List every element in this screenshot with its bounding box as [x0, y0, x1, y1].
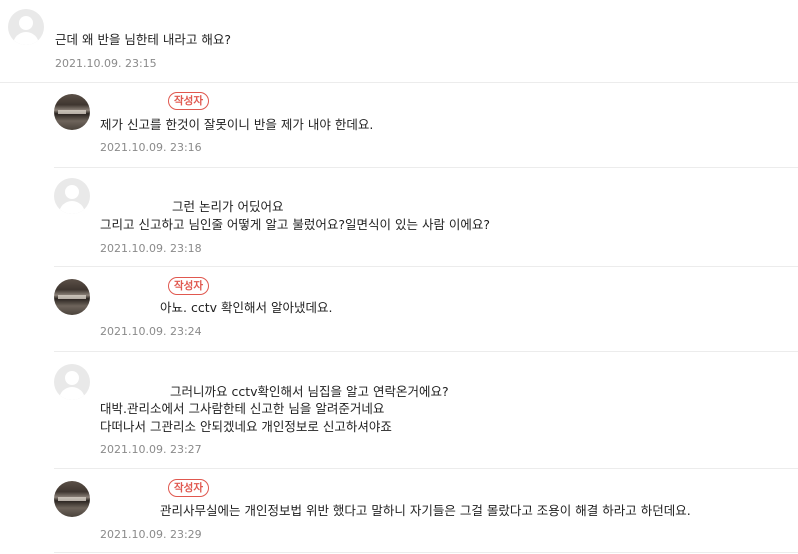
- divider: [54, 266, 798, 267]
- comment-text: 관리사무실에는 개인정보법 위반 했다고 말하니 자기들은 그걸 몰랐다고 조용…: [160, 503, 691, 518]
- photo-avatar[interactable]: [54, 481, 90, 517]
- comment-text: 그런 논리가 어딨어요: [172, 199, 284, 214]
- comment-text: 제가 신고를 한것이 잘못이니 반을 제가 내야 한데요.: [100, 117, 374, 132]
- photo-avatar[interactable]: [54, 279, 90, 315]
- author-badge: 작성자: [168, 479, 209, 497]
- comment-date: 2021.10.09. 23:15: [55, 57, 157, 70]
- author-badge: 작성자: [168, 92, 209, 110]
- default-avatar-icon[interactable]: [54, 364, 90, 400]
- divider: [0, 82, 798, 83]
- comment-date: 2021.10.09. 23:24: [100, 325, 202, 338]
- default-avatar-icon[interactable]: [8, 9, 44, 45]
- comment-text: 근데 왜 반을 님한테 내라고 해요?: [55, 32, 232, 47]
- divider: [54, 351, 798, 352]
- comment-text: 다떠나서 그관리소 안되겠네요 개인정보로 신고하셔야죠: [100, 419, 392, 434]
- divider: [54, 552, 798, 553]
- comment-text: 아뇨. cctv 확인해서 알아냈데요.: [160, 300, 333, 315]
- author-badge: 작성자: [168, 277, 209, 295]
- divider: [54, 167, 798, 168]
- comment-text: 그리고 신고하고 님인줄 어떻게 알고 불렀어요?일면식이 있는 사람 이에요?: [100, 217, 491, 232]
- comment-date: 2021.10.09. 23:16: [100, 141, 202, 154]
- comment-date: 2021.10.09. 23:27: [100, 443, 202, 456]
- comment-date: 2021.10.09. 23:18: [100, 242, 202, 255]
- photo-avatar[interactable]: [54, 94, 90, 130]
- comment-date: 2021.10.09. 23:29: [100, 528, 202, 541]
- default-avatar-icon[interactable]: [54, 178, 90, 214]
- comment-text: 그러니까요 cctv확인해서 님집을 알고 연락온거에요?: [170, 384, 449, 399]
- divider: [54, 468, 798, 469]
- comment-text: 대박.관리소에서 그사람한테 신고한 님을 알려준거네요: [100, 401, 385, 416]
